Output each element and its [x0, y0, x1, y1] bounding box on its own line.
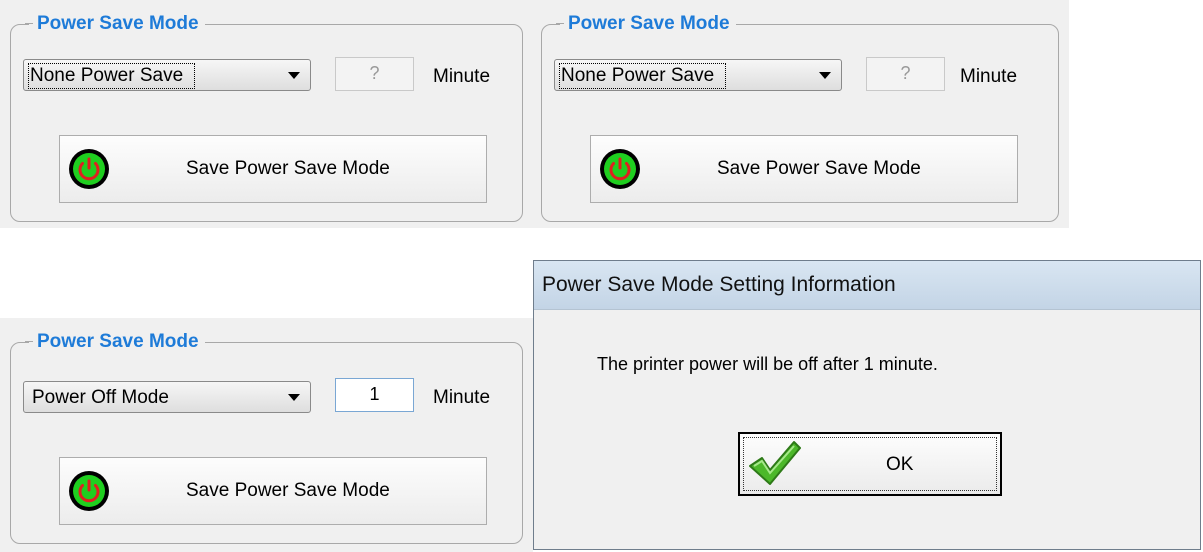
- save-power-save-mode-button[interactable]: Save Power Save Mode: [59, 457, 487, 525]
- ok-button[interactable]: OK: [738, 432, 1002, 496]
- power-save-panel-3: Power Save Mode Power Off Mode 1 Minute …: [0, 318, 533, 552]
- power-save-panel-1: Power Save Mode None Power Save ? Minute…: [0, 0, 533, 228]
- minute-input[interactable]: 1: [335, 378, 414, 412]
- chevron-down-icon[interactable]: [288, 72, 300, 79]
- power-icon: [600, 149, 640, 189]
- chevron-down-icon[interactable]: [288, 394, 300, 401]
- power-mode-value: None Power Save: [558, 63, 727, 89]
- chevron-down-icon[interactable]: [819, 72, 831, 79]
- ok-button-label: OK: [886, 454, 914, 475]
- power-save-groupbox: Power Save Mode None Power Save ? Minute…: [10, 13, 523, 222]
- power-save-groupbox: Power Save Mode None Power Save ? Minute…: [541, 13, 1059, 222]
- dialog-title: Power Save Mode Setting Information: [542, 273, 896, 296]
- power-icon: [69, 471, 109, 511]
- save-button-label: Save Power Save Mode: [186, 158, 390, 179]
- dialog-message: The printer power will be off after 1 mi…: [597, 354, 938, 374]
- power-save-panel-2: Power Save Mode None Power Save ? Minute…: [531, 0, 1069, 228]
- power-mode-value: Power Off Mode: [32, 387, 169, 408]
- groupbox-legend: Power Save Mode: [560, 13, 736, 35]
- save-button-label: Save Power Save Mode: [717, 158, 921, 179]
- minute-label: Minute: [433, 66, 491, 87]
- power-mode-select[interactable]: None Power Save: [23, 59, 311, 91]
- save-power-save-mode-button[interactable]: Save Power Save Mode: [590, 135, 1018, 203]
- minute-label: Minute: [433, 387, 491, 408]
- dialog-titlebar[interactable]: Power Save Mode Setting Information: [534, 261, 1200, 310]
- power-mode-select[interactable]: None Power Save: [554, 59, 842, 91]
- save-power-save-mode-button[interactable]: Save Power Save Mode: [59, 135, 487, 203]
- groupbox-legend: Power Save Mode: [29, 331, 205, 353]
- save-button-label: Save Power Save Mode: [186, 480, 390, 501]
- groupbox-legend: Power Save Mode: [29, 13, 205, 35]
- power-save-info-dialog: Power Save Mode Setting Information The …: [533, 260, 1201, 550]
- power-mode-value: None Power Save: [27, 63, 196, 89]
- power-mode-select[interactable]: Power Off Mode: [23, 381, 311, 413]
- power-save-groupbox: Power Save Mode Power Off Mode 1 Minute …: [10, 331, 523, 544]
- minute-label: Minute: [960, 66, 1018, 87]
- power-icon: [69, 149, 109, 189]
- checkmark-icon: [749, 441, 801, 485]
- minute-input[interactable]: ?: [866, 57, 945, 91]
- minute-input[interactable]: ?: [335, 57, 414, 91]
